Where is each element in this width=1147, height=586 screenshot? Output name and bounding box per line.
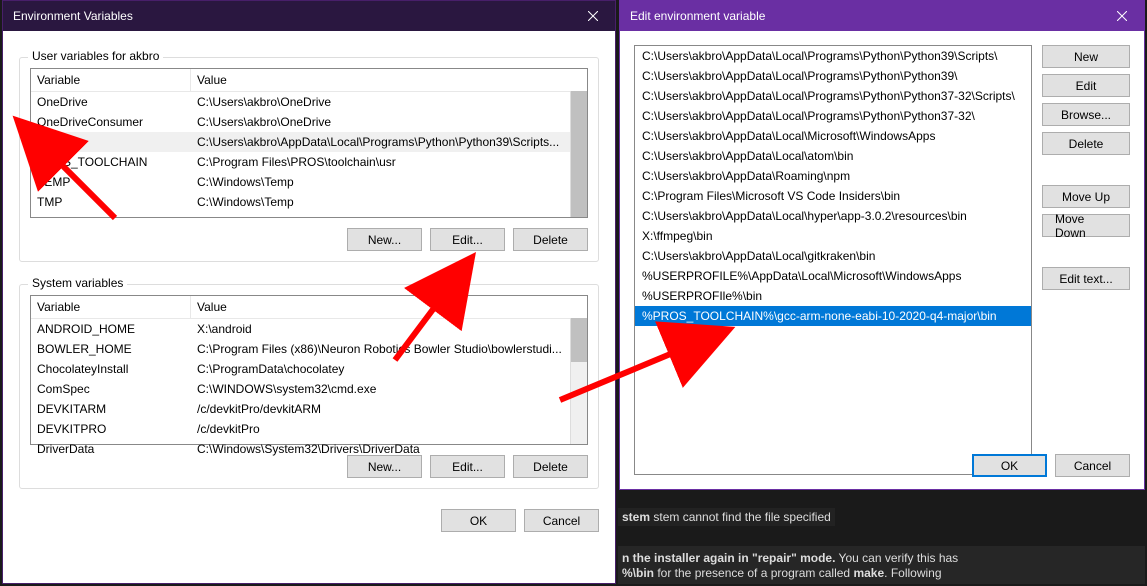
list-item[interactable]: %USERPROFIle%\bin [635,286,1031,306]
cell-value: C:\Program Files (x86)\Neuron Robotics B… [191,341,587,357]
cell-variable: PROS_TOOLCHAIN [31,154,191,170]
ok-button[interactable]: OK [441,509,516,532]
cell-value: C:\Windows\Temp [191,174,587,190]
list-item[interactable]: C:\Users\akbro\AppData\Roaming\npm [635,166,1031,186]
edit-button[interactable]: Edit [1042,74,1130,97]
cell-variable: TMP [31,194,191,210]
cell-variable: BOWLER_HOME [31,341,191,357]
cell-variable: Path [31,134,191,150]
list-item[interactable]: C:\Users\akbro\AppData\Local\hyper\app-3… [635,206,1031,226]
user-vars-group: User variables for akbro Variable Value … [19,57,599,262]
table-row[interactable]: ANDROID_HOMEX:\android [31,319,587,339]
list-item[interactable]: C:\Users\akbro\AppData\Local\Programs\Py… [635,86,1031,106]
ok-button[interactable]: OK [972,454,1047,477]
table-row[interactable]: PROS_TOOLCHAINC:\Program Files\PROS\tool… [31,152,587,172]
list-item[interactable]: C:\Program Files\Microsoft VS Code Insid… [635,186,1031,206]
list-item[interactable]: C:\Users\akbro\AppData\Local\Programs\Py… [635,106,1031,126]
cell-value: /c/devkitPro/devkitARM [191,401,587,417]
scrollbar[interactable] [570,91,587,217]
table-row[interactable]: PathC:\Users\akbro\AppData\Local\Program… [31,132,587,152]
window-title: Edit environment variable [630,9,1099,23]
scrollbar[interactable] [570,318,587,444]
bg-text: stem stem cannot find the file specified [622,510,831,524]
close-icon[interactable] [570,1,615,31]
cell-variable: OneDrive [31,94,191,110]
table-row[interactable]: DEVKITPRO/c/devkitPro [31,419,587,439]
col-variable[interactable]: Variable [31,296,191,318]
bg-text: n the installer again in "repair" mode. … [622,551,958,565]
browse-button[interactable]: Browse... [1042,103,1130,126]
cell-value: C:\Users\akbro\OneDrive [191,114,587,130]
system-vars-group: System variables Variable Value ANDROID_… [19,284,599,489]
cell-value: /c/devkitPro [191,421,587,437]
table-row[interactable]: OneDriveC:\Users\akbro\OneDrive [31,92,587,112]
table-row[interactable]: TEMPC:\Windows\Temp [31,172,587,192]
col-variable[interactable]: Variable [31,69,191,91]
edit-button[interactable]: Edit... [430,228,505,251]
close-icon[interactable] [1099,1,1144,31]
cell-value: C:\Windows\System32\Drivers\DriverData [191,441,587,457]
list-item[interactable]: %USERPROFILE%\AppData\Local\Microsoft\Wi… [635,266,1031,286]
col-value[interactable]: Value [191,296,587,318]
list-item[interactable]: C:\Users\akbro\AppData\Local\Programs\Py… [635,46,1031,66]
titlebar[interactable]: Edit environment variable [620,1,1144,31]
cell-value: C:\ProgramData\chocolatey [191,361,587,377]
list-item[interactable]: C:\Users\akbro\AppData\Local\Microsoft\W… [635,126,1031,146]
env-vars-window: Environment Variables User variables for… [2,0,616,584]
delete-button[interactable]: Delete [1042,132,1130,155]
list-item[interactable]: C:\Users\akbro\AppData\Local\atom\bin [635,146,1031,166]
group-label: System variables [28,276,127,290]
table-header: Variable Value [31,69,587,92]
cell-value: C:\Users\akbro\OneDrive [191,94,587,110]
user-vars-table[interactable]: Variable Value OneDriveC:\Users\akbro\On… [30,68,588,218]
table-row[interactable]: ChocolateyInstallC:\ProgramData\chocolat… [31,359,587,379]
table-row[interactable]: TMPC:\Windows\Temp [31,192,587,212]
table-row[interactable]: OneDriveConsumerC:\Users\akbro\OneDrive [31,112,587,132]
list-item[interactable]: C:\Users\akbro\AppData\Local\Programs\Py… [635,66,1031,86]
system-vars-table[interactable]: Variable Value ANDROID_HOMEX:\androidBOW… [30,295,588,445]
table-row[interactable]: BOWLER_HOMEC:\Program Files (x86)\Neuron… [31,339,587,359]
col-value[interactable]: Value [191,69,587,91]
table-row[interactable]: DriverDataC:\Windows\System32\Drivers\Dr… [31,439,587,459]
table-header: Variable Value [31,296,587,319]
bg-text: %\bin for the presence of a program call… [622,566,942,580]
moveup-button[interactable]: Move Up [1042,185,1130,208]
group-label: User variables for akbro [28,49,163,63]
cell-variable: TEMP [31,174,191,190]
cell-value: C:\Program Files\PROS\toolchain\usr [191,154,587,170]
cell-value: C:\WINDOWS\system32\cmd.exe [191,381,587,397]
path-list[interactable]: C:\Users\akbro\AppData\Local\Programs\Py… [634,45,1032,475]
cell-variable: DEVKITARM [31,401,191,417]
new-button[interactable]: New... [347,228,422,251]
cell-value: X:\android [191,321,587,337]
list-item[interactable]: %PROS_TOOLCHAIN%\gcc-arm-none-eabi-10-20… [635,306,1031,326]
cell-variable: ComSpec [31,381,191,397]
new-button[interactable]: New [1042,45,1130,68]
cell-variable: DEVKITPRO [31,421,191,437]
cell-variable: OneDriveConsumer [31,114,191,130]
cancel-button[interactable]: Cancel [524,509,599,532]
edittext-button[interactable]: Edit text... [1042,267,1130,290]
delete-button[interactable]: Delete [513,228,588,251]
edit-env-var-window: Edit environment variable C:\Users\akbro… [619,0,1145,490]
cell-value: C:\Windows\Temp [191,194,587,210]
cell-variable: ChocolateyInstall [31,361,191,377]
table-row[interactable]: DEVKITARM/c/devkitPro/devkitARM [31,399,587,419]
cancel-button[interactable]: Cancel [1055,454,1130,477]
cell-variable: ANDROID_HOME [31,321,191,337]
list-item[interactable]: X:\ffmpeg\bin [635,226,1031,246]
cell-value: C:\Users\akbro\AppData\Local\Programs\Py… [191,134,587,150]
movedown-button[interactable]: Move Down [1042,214,1130,237]
cell-variable: DriverData [31,441,191,457]
titlebar[interactable]: Environment Variables [3,1,615,31]
list-item[interactable]: C:\Users\akbro\AppData\Local\gitkraken\b… [635,246,1031,266]
table-row[interactable]: ComSpecC:\WINDOWS\system32\cmd.exe [31,379,587,399]
window-title: Environment Variables [13,9,570,23]
